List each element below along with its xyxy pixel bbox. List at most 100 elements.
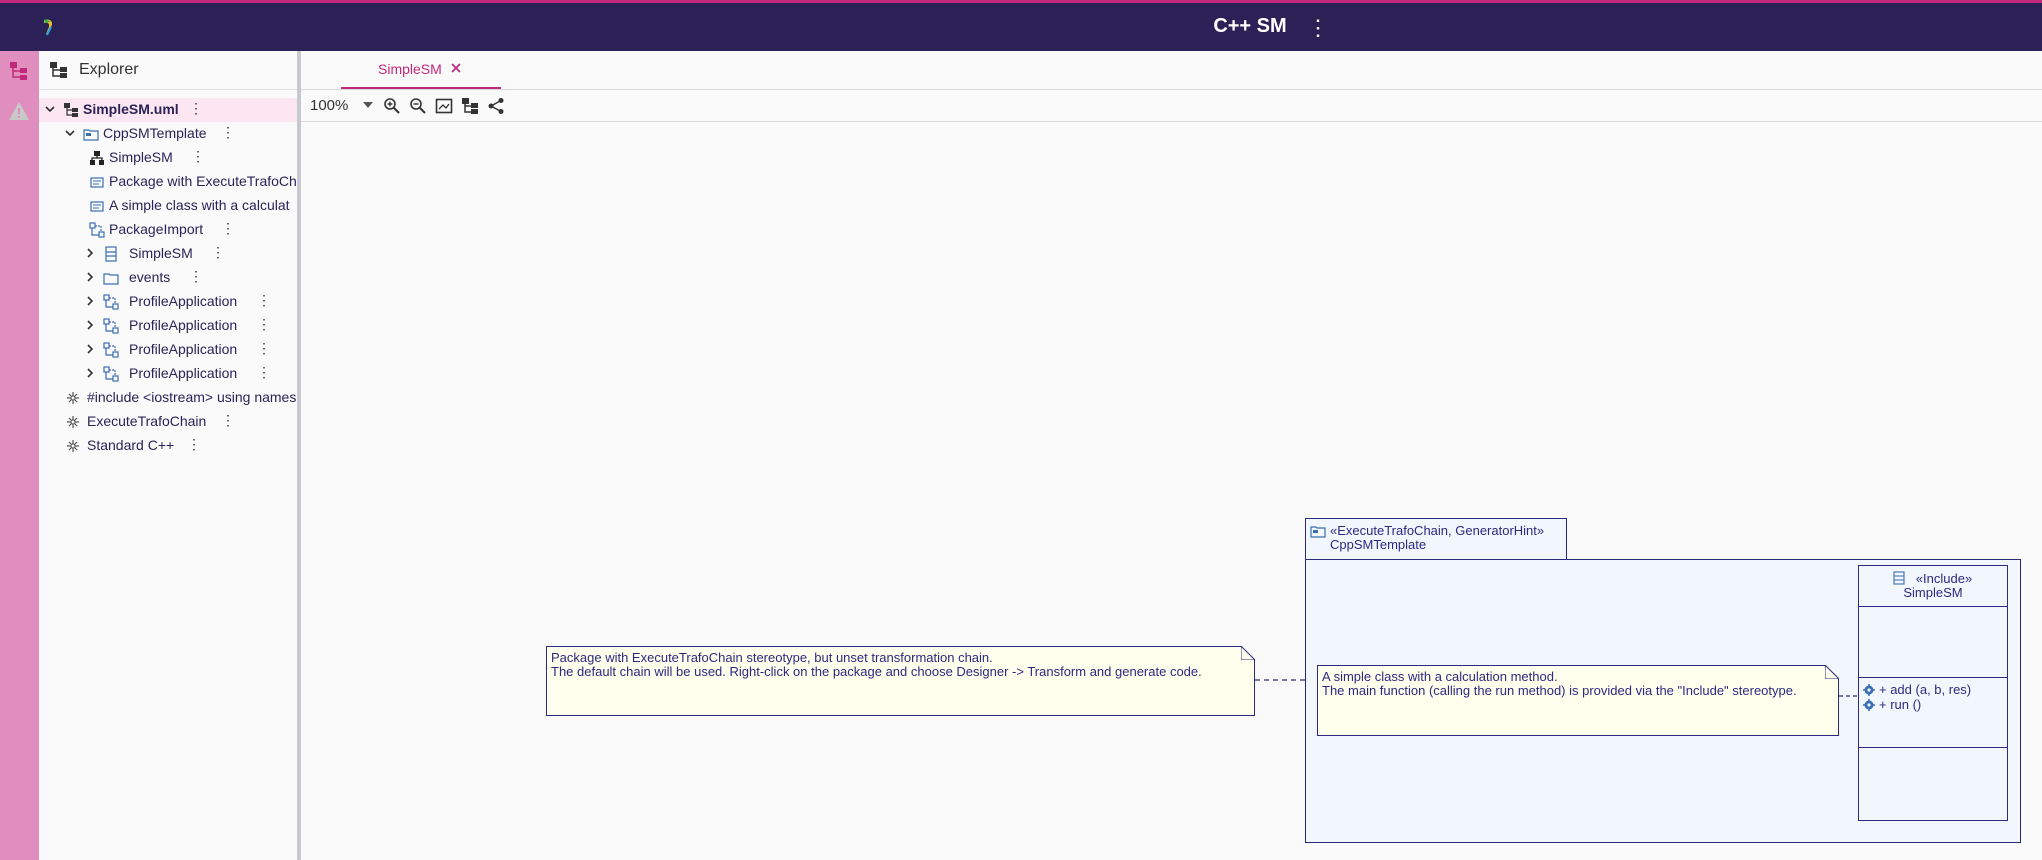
warning-icon[interactable] (8, 100, 30, 122)
tree-item-simplesm-statemachine[interactable]: SimpleSM ⋮ (39, 146, 297, 170)
close-icon[interactable] (449, 61, 463, 75)
tab-label: SimpleSM (378, 61, 442, 77)
operation-label: + run () (1879, 697, 1922, 712)
tab-simplesm[interactable]: SimpleSM (341, 51, 501, 89)
zoom-out-icon[interactable] (409, 97, 427, 115)
tree-item-simplesm-class[interactable]: SimpleSM ⋮ (39, 242, 297, 266)
model-icon (64, 103, 78, 117)
comment-link-connector[interactable] (1255, 678, 1305, 682)
explorer-panel: Explorer SimpleSM.uml ⋮ CppSMTemplate ⋮ … (39, 51, 301, 860)
class-compartment-divider (1859, 747, 2007, 748)
explorer-tree-icon[interactable] (8, 59, 30, 81)
class-stereotype: «Include» (1915, 571, 1973, 586)
package-name: CppSMTemplate (1330, 537, 1427, 552)
more-vert-icon[interactable]: ⋮ (257, 340, 271, 357)
note-line: The default chain will be used. Right-cl… (551, 664, 1202, 679)
chevron-right-icon[interactable] (83, 342, 97, 356)
note-line: Package with ExecuteTrafoChain stereotyp… (551, 650, 993, 665)
zoom-dropdown-icon[interactable] (363, 102, 373, 108)
package-icon (83, 129, 99, 141)
tree-item-packageimport[interactable]: PackageImport ⋮ (39, 218, 297, 242)
class-simplesm[interactable]: «Include» SimpleSM + add (a, b, res) + r… (1858, 565, 2008, 821)
tree-item-label: ProfileApplication (129, 293, 238, 309)
tree-item-label: events (129, 269, 171, 285)
profile-application-icon (103, 342, 119, 358)
explorer-tree-icon (50, 62, 67, 78)
operation-add[interactable]: + add (a, b, res) (1863, 682, 1971, 697)
tree-item-profileapplication[interactable]: ProfileApplication ⋮ (39, 362, 297, 386)
model-tree: SimpleSM.uml ⋮ CppSMTemplate ⋮ SimpleSM … (39, 98, 297, 458)
diagram-toolbar: 100% (301, 90, 2042, 122)
class-name: SimpleSM (1903, 585, 1963, 600)
class-compartment-divider (1859, 606, 2007, 607)
tree-item-standard-cpp[interactable]: Standard C++ ⋮ (39, 434, 297, 458)
note-line: A simple class with a calculation method… (1322, 669, 1558, 684)
tree-item-comment-class[interactable]: A simple class with a calculat (39, 194, 297, 218)
tree-item-include-stereotype[interactable]: #include <iostream> using names (39, 386, 297, 410)
chevron-right-icon[interactable] (83, 246, 97, 260)
tree-item-profileapplication[interactable]: ProfileApplication ⋮ (39, 290, 297, 314)
tree-item-profileapplication[interactable]: ProfileApplication ⋮ (39, 314, 297, 338)
note-fold-corner (1825, 665, 1839, 679)
statemachine-icon (90, 151, 104, 165)
more-vert-icon[interactable]: ⋮ (187, 436, 201, 453)
top-app-bar: C++ SM ⋮ (0, 0, 2042, 51)
share-icon[interactable] (487, 97, 505, 115)
operation-label: + add (a, b, res) (1879, 682, 1972, 697)
package-cppsmtemplate-tab[interactable]: «ExecuteTrafoChain, GeneratorHint» CppSM… (1305, 518, 1567, 560)
tree-item-comment-package[interactable]: Package with ExecuteTrafoCh (39, 170, 297, 194)
tree-item-label: ExecuteTrafoChain (87, 413, 207, 429)
diagram-canvas[interactable]: Package with ExecuteTrafoChain stereotyp… (301, 122, 2042, 860)
more-vert-icon[interactable]: ⋮ (257, 292, 271, 309)
diagram-editor: SimpleSM 100% Package with ExecuteTrafoC… (301, 51, 2042, 860)
tree-item-label: Standard C++ (87, 437, 175, 453)
comment-note-package[interactable]: Package with ExecuteTrafoChain stereotyp… (546, 646, 1255, 716)
profile-application-icon (103, 318, 119, 334)
operation-run[interactable]: + run () (1863, 697, 1921, 712)
tree-item-label: ProfileApplication (129, 365, 238, 381)
layout-tree-icon[interactable] (461, 97, 479, 115)
more-vert-icon[interactable]: ⋮ (257, 316, 271, 333)
tree-item-label: Package with ExecuteTrafoCh (109, 173, 297, 189)
folder-icon (103, 273, 119, 285)
app-logo-icon[interactable] (38, 16, 60, 38)
editor-tab-bar: SimpleSM (301, 51, 2042, 90)
explorer-header: Explorer (39, 51, 297, 90)
stereotype-application-icon (67, 416, 79, 428)
tree-item-profileapplication[interactable]: ProfileApplication ⋮ (39, 338, 297, 362)
tree-item-label: SimpleSM (109, 149, 173, 165)
more-vert-icon[interactable]: ⋮ (211, 244, 225, 261)
tree-item-cppsmtemplate[interactable]: CppSMTemplate ⋮ (39, 122, 297, 146)
zoom-in-icon[interactable] (383, 97, 401, 115)
comment-link-connector[interactable] (1839, 694, 1859, 698)
tree-item-label: #include <iostream> using names (87, 389, 297, 405)
tree-item-label: SimpleSM (129, 245, 193, 261)
tree-item-events[interactable]: events ⋮ (39, 266, 297, 290)
package-stereotype: «ExecuteTrafoChain, GeneratorHint» (1330, 523, 1545, 538)
comment-note-class[interactable]: A simple class with a calculation method… (1317, 665, 1839, 736)
more-vert-icon[interactable]: ⋮ (221, 220, 235, 237)
more-vert-icon[interactable]: ⋮ (189, 100, 203, 117)
chevron-right-icon[interactable] (83, 366, 97, 380)
more-vert-icon[interactable]: ⋮ (189, 268, 203, 285)
fit-to-screen-icon[interactable] (435, 97, 453, 115)
note-fold-corner (1241, 646, 1255, 660)
comment-icon (90, 177, 104, 188)
chevron-right-icon[interactable] (83, 270, 97, 284)
package-import-icon (89, 222, 105, 238)
profile-application-icon (103, 294, 119, 310)
tree-item-executetrafochain[interactable]: ExecuteTrafoChain ⋮ (39, 410, 297, 434)
chevron-right-icon[interactable] (83, 294, 97, 308)
chevron-right-icon[interactable] (83, 318, 97, 332)
tree-item-simplesm-uml[interactable]: SimpleSM.uml ⋮ (39, 98, 297, 122)
zoom-level[interactable]: 100% (310, 97, 348, 114)
note-line: The main function (calling the run metho… (1322, 683, 1797, 698)
more-vert-icon[interactable]: ⋮ (221, 124, 235, 141)
chevron-down-icon[interactable] (63, 126, 77, 140)
more-vert-icon[interactable]: ⋮ (1307, 15, 1329, 41)
chevron-down-icon[interactable] (43, 102, 57, 116)
more-vert-icon[interactable]: ⋮ (257, 364, 271, 381)
more-vert-icon[interactable]: ⋮ (221, 412, 235, 429)
tree-item-label: CppSMTemplate (103, 125, 207, 141)
more-vert-icon[interactable]: ⋮ (191, 148, 205, 165)
